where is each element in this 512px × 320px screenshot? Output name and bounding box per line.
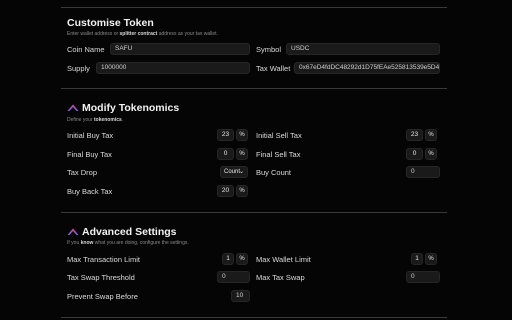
supply-input[interactable]: 1000000: [96, 62, 250, 74]
tax-wallet-input[interactable]: 0x67eD4fdDC48292d1D75fEAe525813539e5D4e7: [294, 62, 440, 74]
coin-name-input[interactable]: SAFU: [110, 43, 250, 55]
percent-suffix: %: [236, 185, 248, 197]
tax-swap-threshold-label: Tax Swap Threshold: [67, 273, 135, 282]
divider: [61, 7, 447, 8]
symbol-label: Symbol: [256, 45, 282, 54]
prevent-swap-before-label: Prevent Swap Before: [67, 292, 138, 301]
section-subtitle-advanced: If you know what you are doing, configur…: [67, 240, 189, 246]
buy-count-label: Buy Count: [256, 168, 292, 177]
percent-suffix: %: [236, 253, 248, 265]
initial-sell-tax-input[interactable]: 23: [406, 129, 423, 141]
final-buy-tax-label: Final Buy Tax: [67, 150, 112, 159]
initial-buy-tax-label: Initial Buy Tax: [67, 131, 114, 140]
percent-suffix: %: [425, 129, 437, 141]
max-tax-swap-input[interactable]: 0: [406, 271, 440, 283]
tax-wallet-label: Tax Wallet: [256, 64, 291, 73]
divider: [61, 212, 447, 213]
section-title-advanced: Advanced Settings: [82, 226, 177, 238]
buy-back-tax-label: Buy Back Tax: [67, 187, 113, 196]
symbol-input[interactable]: USDC: [286, 43, 440, 55]
max-transaction-limit-label: Max Transaction Limit: [67, 255, 140, 264]
section-subtitle-customise: Enter wallet address or splitter contrac…: [67, 31, 218, 37]
section-title-customise: Customise Token: [67, 17, 154, 29]
prevent-swap-before-input[interactable]: 10: [231, 290, 250, 302]
tax-swap-threshold-input[interactable]: 0: [217, 271, 250, 283]
section-subtitle-tokenomics: Define your tokenomics.: [67, 117, 124, 123]
final-sell-tax-input[interactable]: 0: [406, 148, 423, 160]
max-tax-swap-label: Max Tax Swap: [256, 273, 305, 282]
max-transaction-limit-input[interactable]: 1: [222, 253, 234, 265]
coin-name-label: Coin Name: [67, 45, 105, 54]
tax-drop-value: Count: [224, 169, 241, 175]
token-form: Customise Token Enter wallet address or …: [61, 0, 447, 320]
max-wallet-limit-label: Max Wallet Limit: [256, 255, 311, 264]
chevron-logo-icon: [67, 228, 79, 235]
initial-sell-tax-label: Initial Sell Tax: [256, 131, 302, 140]
percent-suffix: %: [236, 148, 248, 160]
percent-suffix: %: [425, 253, 437, 265]
initial-buy-tax-input[interactable]: 23: [217, 129, 234, 141]
final-sell-tax-label: Final Sell Tax: [256, 150, 301, 159]
supply-label: Supply: [67, 64, 90, 73]
divider: [61, 88, 447, 89]
tax-drop-label: Tax Drop: [67, 168, 98, 177]
percent-suffix: %: [236, 129, 248, 141]
buy-back-tax-input[interactable]: 20: [217, 185, 234, 197]
chevron-logo-icon: [67, 104, 79, 111]
divider: [61, 317, 447, 318]
final-buy-tax-input[interactable]: 0: [217, 148, 234, 160]
max-wallet-limit-input[interactable]: 1: [411, 253, 423, 265]
chevron-down-icon: ⌄: [238, 169, 244, 175]
buy-count-input[interactable]: 0: [406, 166, 440, 178]
tax-drop-select[interactable]: Count ⌄: [220, 166, 248, 178]
section-title-tokenomics: Modify Tokenomics: [82, 102, 180, 114]
percent-suffix: %: [425, 148, 437, 160]
